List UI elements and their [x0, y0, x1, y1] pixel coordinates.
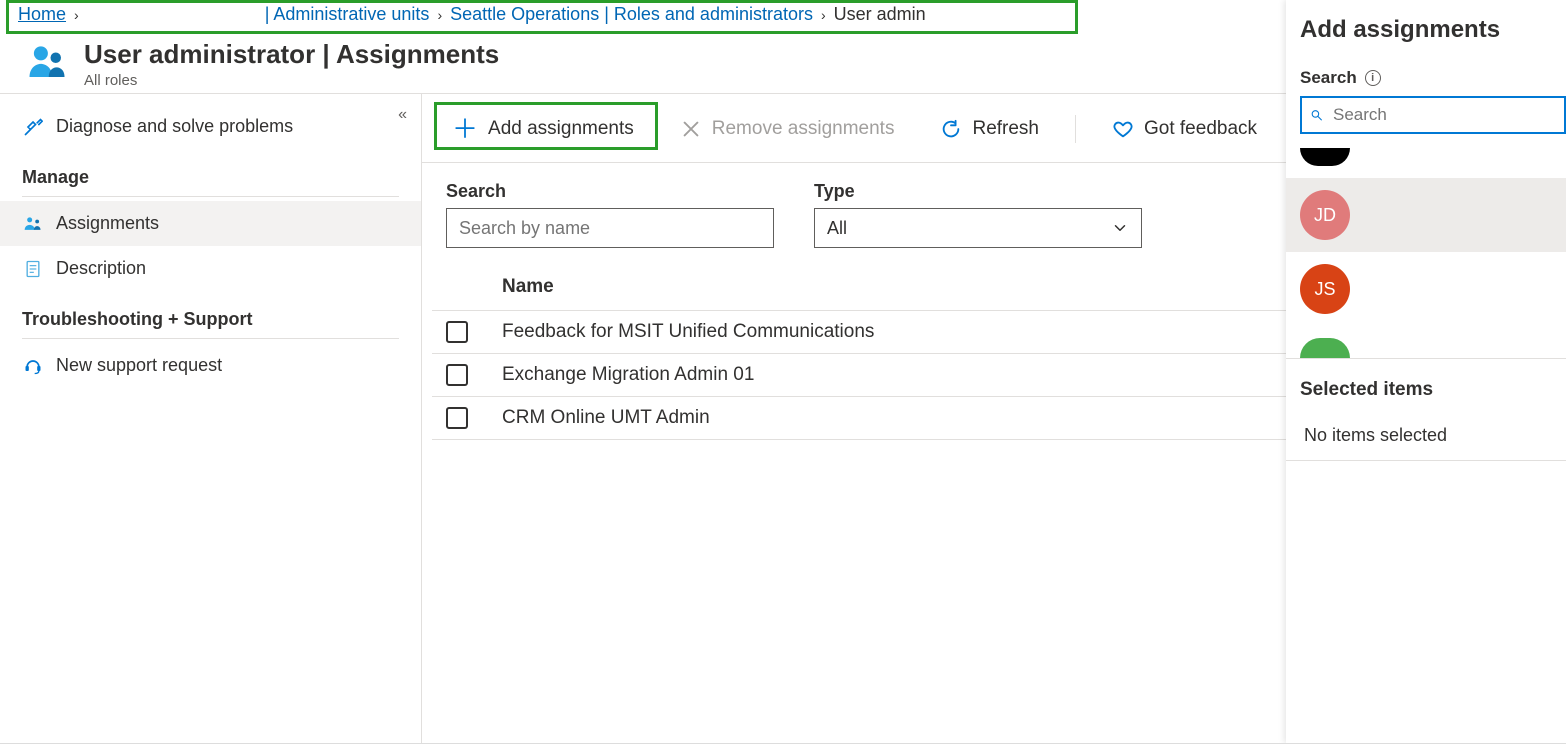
button-label: Refresh [972, 118, 1039, 140]
document-icon [22, 259, 44, 279]
wrench-icon [22, 117, 44, 137]
avatar: JS [1300, 264, 1350, 314]
search-icon [1310, 107, 1323, 123]
users-small-icon [22, 214, 44, 234]
sidebar-section-troubleshoot: Troubleshooting + Support [0, 291, 421, 338]
refresh-icon [940, 118, 962, 140]
sidebar-item-label: Assignments [56, 213, 159, 234]
panel-result-item[interactable] [1286, 326, 1566, 358]
add-assignments-panel: Add assignments Search i JD JS [1286, 0, 1566, 743]
toolbar-separator [1075, 115, 1076, 143]
avatar [1300, 148, 1350, 166]
sidebar-item-label: New support request [56, 355, 222, 376]
type-select[interactable]: All [814, 208, 1142, 248]
breadcrumb-current: User admin [834, 4, 926, 25]
info-icon[interactable]: i [1365, 70, 1381, 86]
heart-icon [1112, 118, 1134, 140]
row-name: Exchange Migration Admin 01 [502, 364, 1312, 386]
avatar: JD [1300, 190, 1350, 240]
panel-result-item[interactable]: JD [1286, 178, 1566, 252]
panel-search-box[interactable] [1300, 96, 1566, 134]
add-assignments-button[interactable]: ＋ Add assignments [442, 110, 644, 148]
button-label: Remove assignments [712, 118, 895, 140]
chevron-down-icon [1111, 219, 1129, 237]
panel-search-label: Search i [1286, 68, 1566, 96]
sidebar-item-diagnose[interactable]: Diagnose and solve problems [0, 104, 421, 149]
breadcrumb-seattle-ops[interactable]: Seattle Operations | Roles and administr… [450, 4, 813, 25]
sidebar-item-label: Diagnose and solve problems [56, 116, 293, 137]
sidebar-item-description[interactable]: Description [0, 246, 421, 291]
row-checkbox[interactable] [446, 321, 468, 343]
breadcrumb-home[interactable]: Home [18, 4, 66, 25]
x-icon [680, 118, 702, 140]
row-name: Feedback for MSIT Unified Communications [502, 321, 1312, 343]
button-label: Got feedback [1144, 118, 1257, 140]
row-checkbox[interactable] [446, 407, 468, 429]
filter-search-label: Search [446, 181, 774, 202]
panel-selected-header: Selected items [1286, 358, 1566, 411]
page-subtitle: All roles [84, 72, 499, 89]
remove-assignments-button[interactable]: Remove assignments [670, 112, 905, 146]
chevron-right-icon: › [437, 7, 442, 23]
app-root: Home › | Administrative units › Seattle … [0, 0, 1566, 744]
panel-title: Add assignments [1286, 10, 1566, 68]
row-checkbox[interactable] [446, 364, 468, 386]
users-icon [26, 42, 68, 87]
select-value: All [827, 218, 847, 239]
page-title: User administrator | Assignments [84, 39, 499, 70]
filter-type-label: Type [814, 181, 1142, 202]
sidebar: « Diagnose and solve problems Manage Ass… [0, 94, 422, 743]
chevron-right-icon: › [74, 7, 79, 23]
sidebar-item-assignments[interactable]: Assignments [0, 201, 421, 246]
sidebar-item-label: Description [56, 258, 146, 279]
col-name[interactable]: Name [502, 276, 1312, 298]
panel-empty-text: No items selected [1286, 411, 1566, 461]
search-input[interactable] [446, 208, 774, 248]
feedback-button[interactable]: Got feedback [1102, 112, 1267, 146]
plus-icon: ＋ [452, 116, 478, 142]
avatar [1300, 338, 1350, 358]
panel-search-input[interactable] [1331, 104, 1556, 126]
headset-icon [22, 356, 44, 376]
button-label: Add assignments [488, 118, 634, 140]
row-name: CRM Online UMT Admin [502, 407, 1312, 429]
breadcrumb-admin-units[interactable]: | Administrative units [265, 4, 430, 25]
panel-results-list: JD JS [1286, 148, 1566, 358]
collapse-sidebar-icon[interactable]: « [398, 106, 407, 124]
sidebar-item-support[interactable]: New support request [0, 343, 421, 388]
chevron-right-icon: › [821, 7, 826, 23]
panel-result-item[interactable]: JS [1286, 252, 1566, 326]
refresh-button[interactable]: Refresh [930, 112, 1049, 146]
panel-result-item[interactable] [1286, 148, 1566, 178]
sidebar-section-manage: Manage [0, 149, 421, 196]
